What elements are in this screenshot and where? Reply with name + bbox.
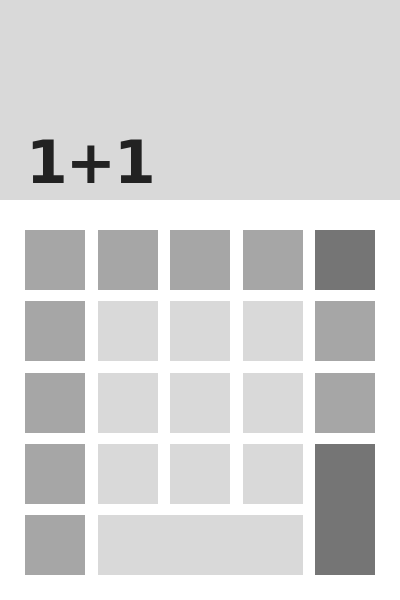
key-r3-c3[interactable]: [170, 373, 230, 433]
key-r5-c1[interactable]: [25, 515, 85, 575]
display-expression: 1+1: [26, 128, 156, 198]
key-r3-c2[interactable]: [98, 373, 158, 433]
key-r2-c3[interactable]: [170, 301, 230, 361]
key-r1-c1[interactable]: [25, 230, 85, 290]
key-r2-c1[interactable]: [25, 301, 85, 361]
calculator-app: 1+1: [0, 0, 400, 600]
calculator-display: 1+1: [0, 0, 400, 200]
key-r1-c2[interactable]: [98, 230, 158, 290]
key-r2-c2[interactable]: [98, 301, 158, 361]
key-r4-c1[interactable]: [25, 444, 85, 504]
key-wide-r5-c2-c4[interactable]: [98, 515, 303, 575]
key-tall-r4-r5-c5[interactable]: [315, 444, 375, 575]
key-r3-c1[interactable]: [25, 373, 85, 433]
key-r3-c5[interactable]: [315, 373, 375, 433]
key-r2-c4[interactable]: [243, 301, 303, 361]
key-r4-c2[interactable]: [98, 444, 158, 504]
key-r3-c4[interactable]: [243, 373, 303, 433]
key-r1-c5[interactable]: [315, 230, 375, 290]
key-r1-c3[interactable]: [170, 230, 230, 290]
key-r4-c3[interactable]: [170, 444, 230, 504]
key-r4-c4[interactable]: [243, 444, 303, 504]
key-r2-c5[interactable]: [315, 301, 375, 361]
key-r1-c4[interactable]: [243, 230, 303, 290]
